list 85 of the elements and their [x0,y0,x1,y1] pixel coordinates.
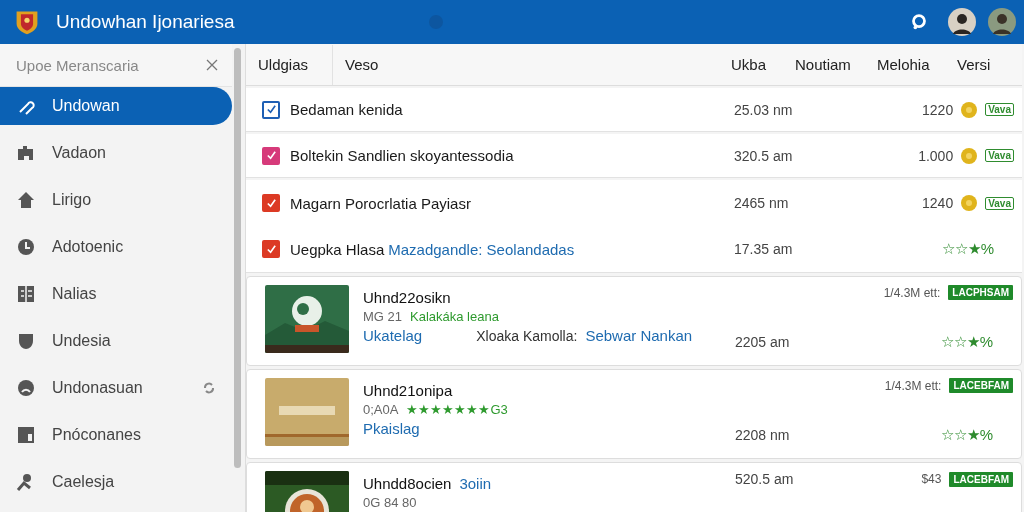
folder-icon [16,424,36,445]
rating-text: ☆☆★% [940,426,993,444]
column-header[interactable]: Versi [957,56,991,73]
price-text: $43 [921,472,942,486]
coin-icon [961,147,978,164]
app-title: Uhnd22osikn [363,289,451,306]
check-icon [265,243,277,255]
field-label: Xloaka Kamolla: [476,328,578,344]
time-text: 2205 am [735,334,790,350]
app-tagline: ★★★★★★★G3 [406,402,508,417]
checkbox[interactable] [262,194,280,212]
task-row[interactable]: Uegpka Hlasa Mazadgandle: Seolandadas 17.35 am ☆☆★% [246,226,1022,273]
sidebar-item[interactable]: Pnóconanes [0,411,232,458]
category-link[interactable]: Ukatelag [363,327,423,344]
search-field[interactable]: Upoe Meranscaria [14,55,206,75]
status-badge: Vava [985,103,1014,116]
sidebar-item[interactable]: Nalias [0,270,232,317]
task-row[interactable]: Bedaman kenida 25.03 nm 1220 Vava [246,88,1022,132]
publisher-link[interactable]: Sebwar Nankan [585,327,693,344]
status-badge: Vava [985,196,1014,210]
checkbox[interactable] [262,100,280,119]
close-icon[interactable] [206,59,218,71]
column-header[interactable]: Veso [345,56,731,73]
status-badge: LACEBFAM [949,471,1013,487]
app-card[interactable]: Uhnd21onipa 0;A0A ★★★★★★★G3 Pkaislag 1/4.3M ett: LACEBFAM 2208 nm ☆☆★% [246,369,1022,459]
count-text: 1.000 [918,147,954,164]
column-header[interactable]: Melohia [877,56,957,73]
task-name: Magarn Porocrlatia Payiasr [290,194,471,212]
column-header[interactable]: Uldgias [258,44,333,85]
app-tagline: Kalakáka leana [410,309,499,324]
app-meta: MG 21 [363,309,402,324]
checkbox[interactable] [262,146,280,165]
task-row[interactable]: Boltekin Sandlien skoyantessodia 320.5 am 1.000 Vava [246,134,1022,178]
sidebar-item[interactable]: Caelesja [0,458,232,505]
status-badge: LACEBFAM [949,378,1013,393]
coin-icon [961,101,978,118]
sidebar-item[interactable]: Lirigo [0,176,232,223]
app-meta: 0G 84 80 [363,495,417,510]
checkbox[interactable] [262,240,280,258]
task-name: Boltekin Sandlien skoyantessodia [290,147,514,164]
clock-icon [16,236,36,257]
scrollbar-thumb[interactable] [234,48,241,468]
time-text: 520.5 am [735,471,794,487]
check-icon [265,150,277,161]
price-text: 1/4.3M ett: [884,378,942,393]
task-link[interactable]: Mazadgandle: Seolandadas [388,240,575,258]
count-text: 1220 [922,101,954,118]
refresh-icon[interactable] [202,380,216,395]
sidebar-item[interactable]: Undesia [0,317,232,364]
price-text: 1/4.3M ett: [883,285,941,300]
time-text: 2208 nm [735,427,790,443]
status-badge: Vava [985,149,1014,162]
avatar[interactable] [988,8,1016,36]
time-text: 320.5 am [734,147,794,164]
sidebar-item[interactable]: Vadaon [0,129,232,176]
app-title: Undowhan Ijonariesa [56,11,235,33]
coin-icon [961,195,978,211]
app-card[interactable]: Uhndd8ocien 3oiin 0G 84 80 520.5 am $43 LACEBFAM [246,462,1022,512]
time-text: 25.03 nm [734,101,794,118]
task-row[interactable]: Magarn Porocrlatia Payiasr 2465 nm 1240 Vava [246,180,1022,226]
app-title: Uhndd8ocien [363,475,452,492]
home-icon [16,189,36,210]
sidebar-item[interactable]: Adotoenic [0,223,232,270]
rating-text: ☆☆★% [940,333,993,351]
column-header[interactable]: Noutiam [795,56,877,73]
book-icon [16,283,36,304]
rating-text: ☆☆★% [941,240,994,258]
status-badge: LACPHSAM [948,285,1013,300]
category-link[interactable]: Pkaislag [363,420,420,437]
time-text: 2465 nm [734,195,790,211]
sidebar-item[interactable]: Undonasuan [0,364,232,411]
sidebar-item[interactable]: Undowan [0,87,232,125]
time-text: 17.35 am [734,241,794,257]
check-icon [265,104,277,115]
count-text: 1240 [922,195,954,211]
app-title: Uhnd21onipa [363,382,453,399]
app-link[interactable]: 3oiin [459,475,492,492]
task-name: Uegpka Hlasa [290,240,385,258]
app-card[interactable]: Uhnd22osikn MG 21 Kalakáka leana Ukatelag Xloaka Kamolla: Sebwar Nankan 1/4.3M ett: LACPHSAM 2205 am ☆☆★% [246,276,1022,366]
avatar[interactable] [948,8,976,36]
app-meta: 0;A0A [363,402,399,417]
face-icon [16,377,36,398]
check-icon [265,197,277,209]
task-name: Bedaman kenida [290,101,403,118]
column-header[interactable]: Ukba [731,56,795,73]
